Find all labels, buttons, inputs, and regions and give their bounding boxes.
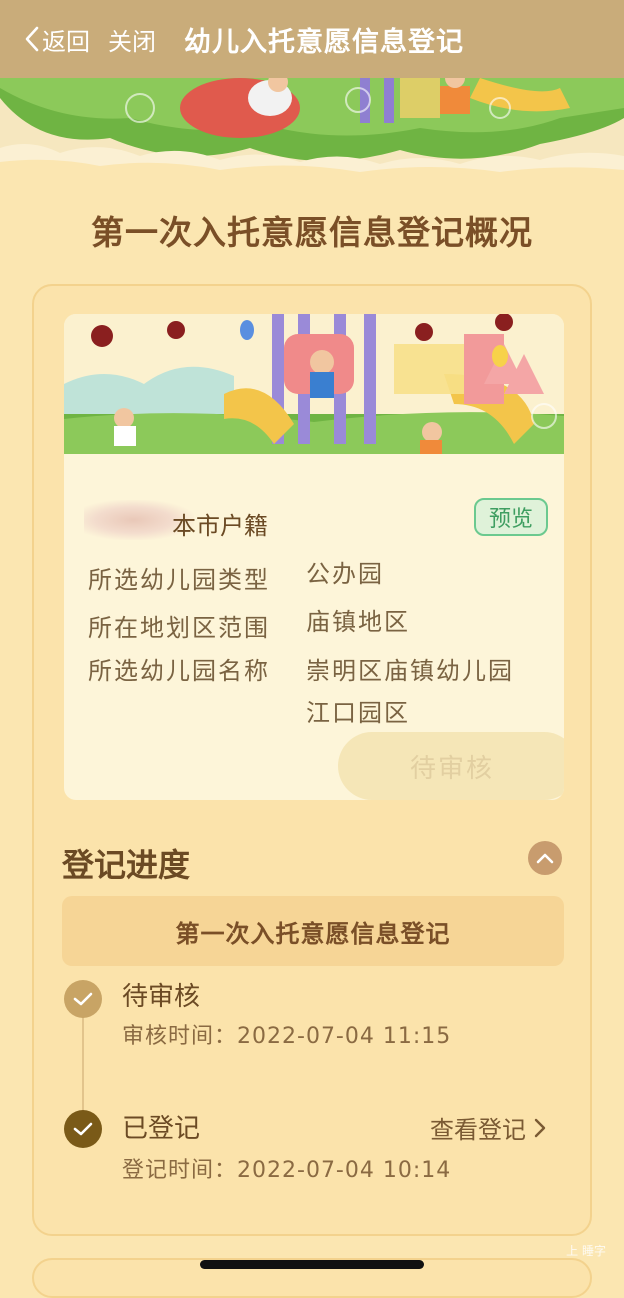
collapse-button[interactable] xyxy=(528,841,562,875)
info-value: 公办园 xyxy=(306,560,384,588)
info-value: 庙镇地区 xyxy=(306,608,410,636)
info-row-kindergarten-name: 所选幼儿园名称 崇明区庙镇幼儿园江口园区 xyxy=(88,650,538,734)
info-label: 所选幼儿园类型 xyxy=(88,566,270,594)
residency-text: 本市户籍 xyxy=(172,512,268,540)
step-title-pending: 待审核 xyxy=(122,982,201,1012)
watermark: 上 睡字 xyxy=(566,1244,606,1258)
view-registration-link[interactable]: 查看登记 xyxy=(430,1110,546,1145)
info-row-kindergarten-type: 所选幼儿园类型 公办园 xyxy=(88,560,546,595)
info-value: 崇明区庙镇幼儿园江口园区 xyxy=(306,657,514,727)
back-button[interactable]: 返回 xyxy=(24,22,90,57)
page-title: 幼儿入托意愿信息登记 xyxy=(184,26,464,58)
registration-name-box: 第一次入托意愿信息登记 xyxy=(62,896,564,966)
progress-section-title: 登记进度 xyxy=(62,846,191,884)
info-label: 所选幼儿园名称 xyxy=(88,657,270,685)
status-badge: 待审核 xyxy=(338,732,564,800)
chevron-right-icon xyxy=(534,1118,546,1137)
close-button[interactable]: 关闭 xyxy=(108,22,156,57)
info-label: 所在地划区范围 xyxy=(88,614,270,642)
residency-row: 本市户籍 预览 xyxy=(84,498,548,542)
step-time-registered: 登记时间：2022-07-04 10:14 xyxy=(122,1152,451,1184)
registration-card: 本市户籍 预览 所选幼儿园类型 公办园 所在地划区范围 庙镇地区 所选幼儿园名称 崇明… xyxy=(32,284,592,1236)
step-time-value: 2022-07-04 11:15 xyxy=(237,1024,452,1049)
banner-illustration xyxy=(0,78,624,178)
home-indicator[interactable] xyxy=(200,1260,424,1269)
info-row-district-range: 所在地划区范围 庙镇地区 xyxy=(88,608,546,643)
chevron-left-icon xyxy=(25,26,39,52)
step-dot-pending xyxy=(64,980,102,1018)
step-time-label: 登记时间： xyxy=(122,1158,238,1183)
check-icon xyxy=(73,1122,93,1136)
nav-bar: 返回 关闭 幼儿入托意愿信息登记 xyxy=(0,0,624,78)
step-time-value: 2022-07-04 10:14 xyxy=(237,1158,452,1183)
timeline-line xyxy=(82,1000,84,1124)
back-label: 返回 xyxy=(42,27,90,56)
check-icon xyxy=(73,992,93,1006)
step-time-label: 审核时间： xyxy=(122,1024,238,1049)
step-title-registered: 已登记 xyxy=(122,1114,201,1144)
overview-heading: 第一次入托意愿信息登记概况 xyxy=(91,213,533,252)
view-registration-label: 查看登记 xyxy=(430,1116,526,1144)
playground-illustration xyxy=(64,314,564,454)
chevron-up-icon xyxy=(536,853,554,864)
preview-button[interactable]: 预览 xyxy=(474,498,548,536)
summary-card: 本市户籍 预览 所选幼儿园类型 公办园 所在地划区范围 庙镇地区 所选幼儿园名称 崇明… xyxy=(64,314,564,800)
step-time-pending: 审核时间：2022-07-04 11:15 xyxy=(122,1018,451,1050)
step-dot-registered xyxy=(64,1110,102,1148)
